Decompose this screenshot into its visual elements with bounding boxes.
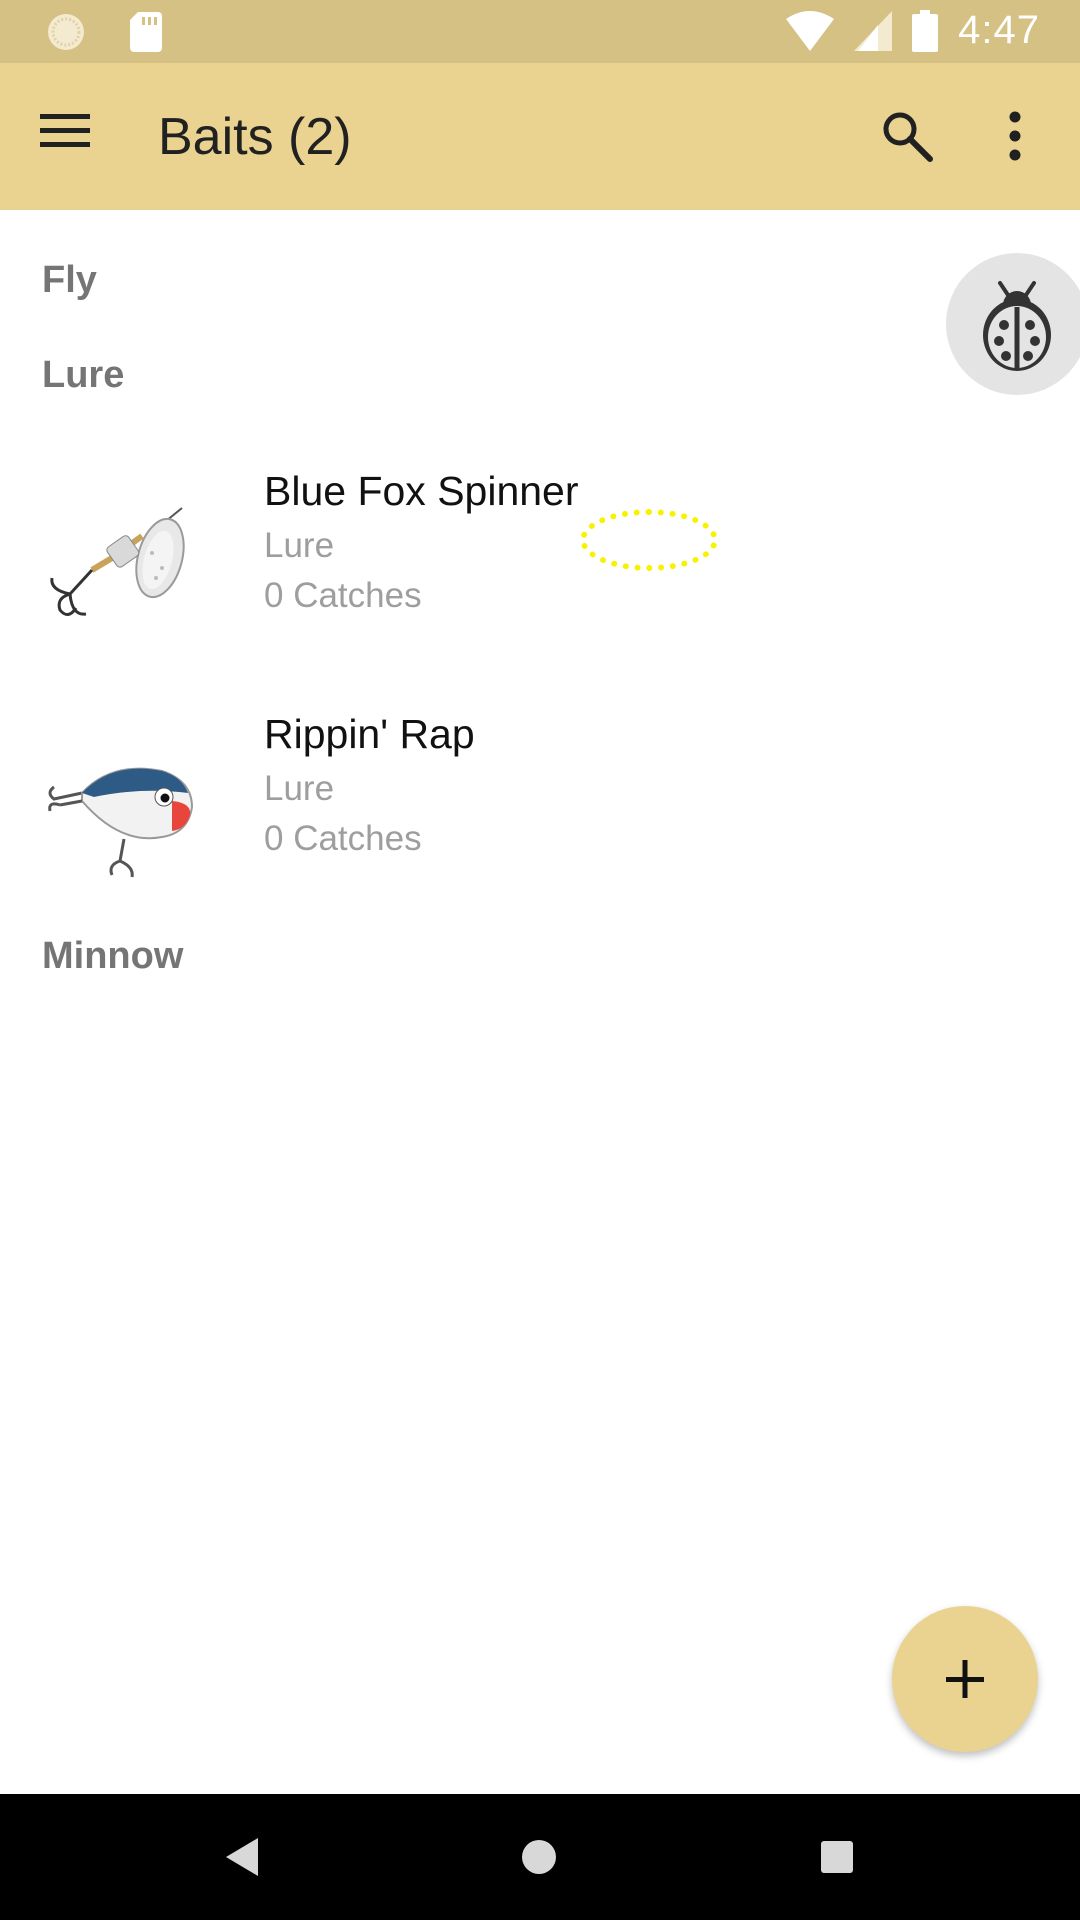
bait-catches: 0 Catches — [264, 819, 422, 858]
recents-button[interactable] — [804, 1824, 870, 1890]
back-button[interactable] — [208, 1824, 274, 1890]
brightness-icon — [48, 14, 84, 50]
status-time: 4:47 — [958, 8, 1040, 52]
bait-name: Blue Fox Spinner — [264, 468, 579, 514]
back-icon — [226, 1838, 258, 1876]
bait-type: Lure — [264, 769, 335, 808]
add-bait-button[interactable] — [892, 1606, 1038, 1752]
bait-type: Lure — [264, 526, 335, 565]
navigation-bar — [0, 1794, 1080, 1920]
more-options-button[interactable] — [1000, 109, 1044, 169]
search-icon — [883, 112, 933, 162]
more-vert-icon — [1009, 111, 1021, 161]
bait-catches: 0 Catches — [264, 576, 422, 615]
ladybug-icon — [983, 281, 1051, 371]
crankbait-lure-image — [42, 741, 202, 881]
wifi-icon — [786, 10, 835, 51]
touch-indicator — [580, 509, 718, 571]
bait-name: Rippin' Rap — [264, 711, 475, 757]
section-header-lure: Lure — [42, 354, 125, 396]
page-title: Baits (2) — [158, 108, 352, 166]
sd-card-icon — [130, 12, 162, 52]
plus-icon — [946, 1660, 984, 1698]
spinner-lure-image — [42, 498, 202, 638]
recents-icon — [821, 1841, 853, 1873]
list-item-blue-fox-spinner[interactable]: Blue Fox Spinner Lure 0 Catches — [0, 468, 1080, 688]
battery-icon — [912, 9, 939, 52]
home-button[interactable] — [506, 1824, 572, 1890]
section-header-minnow: Minnow — [42, 935, 184, 977]
menu-button[interactable] — [40, 111, 100, 161]
search-button[interactable] — [880, 109, 940, 169]
status-bar: 4:47 — [0, 0, 1080, 63]
signal-icon — [854, 10, 893, 51]
app-bar: Baits (2) — [0, 63, 1080, 210]
list-item-rippin-rap[interactable]: Rippin' Rap Lure 0 Catches — [0, 711, 1080, 931]
menu-icon — [40, 114, 90, 147]
section-header-fly: Fly — [42, 259, 97, 301]
bug-report-button[interactable] — [946, 253, 1080, 395]
home-icon — [522, 1840, 556, 1874]
